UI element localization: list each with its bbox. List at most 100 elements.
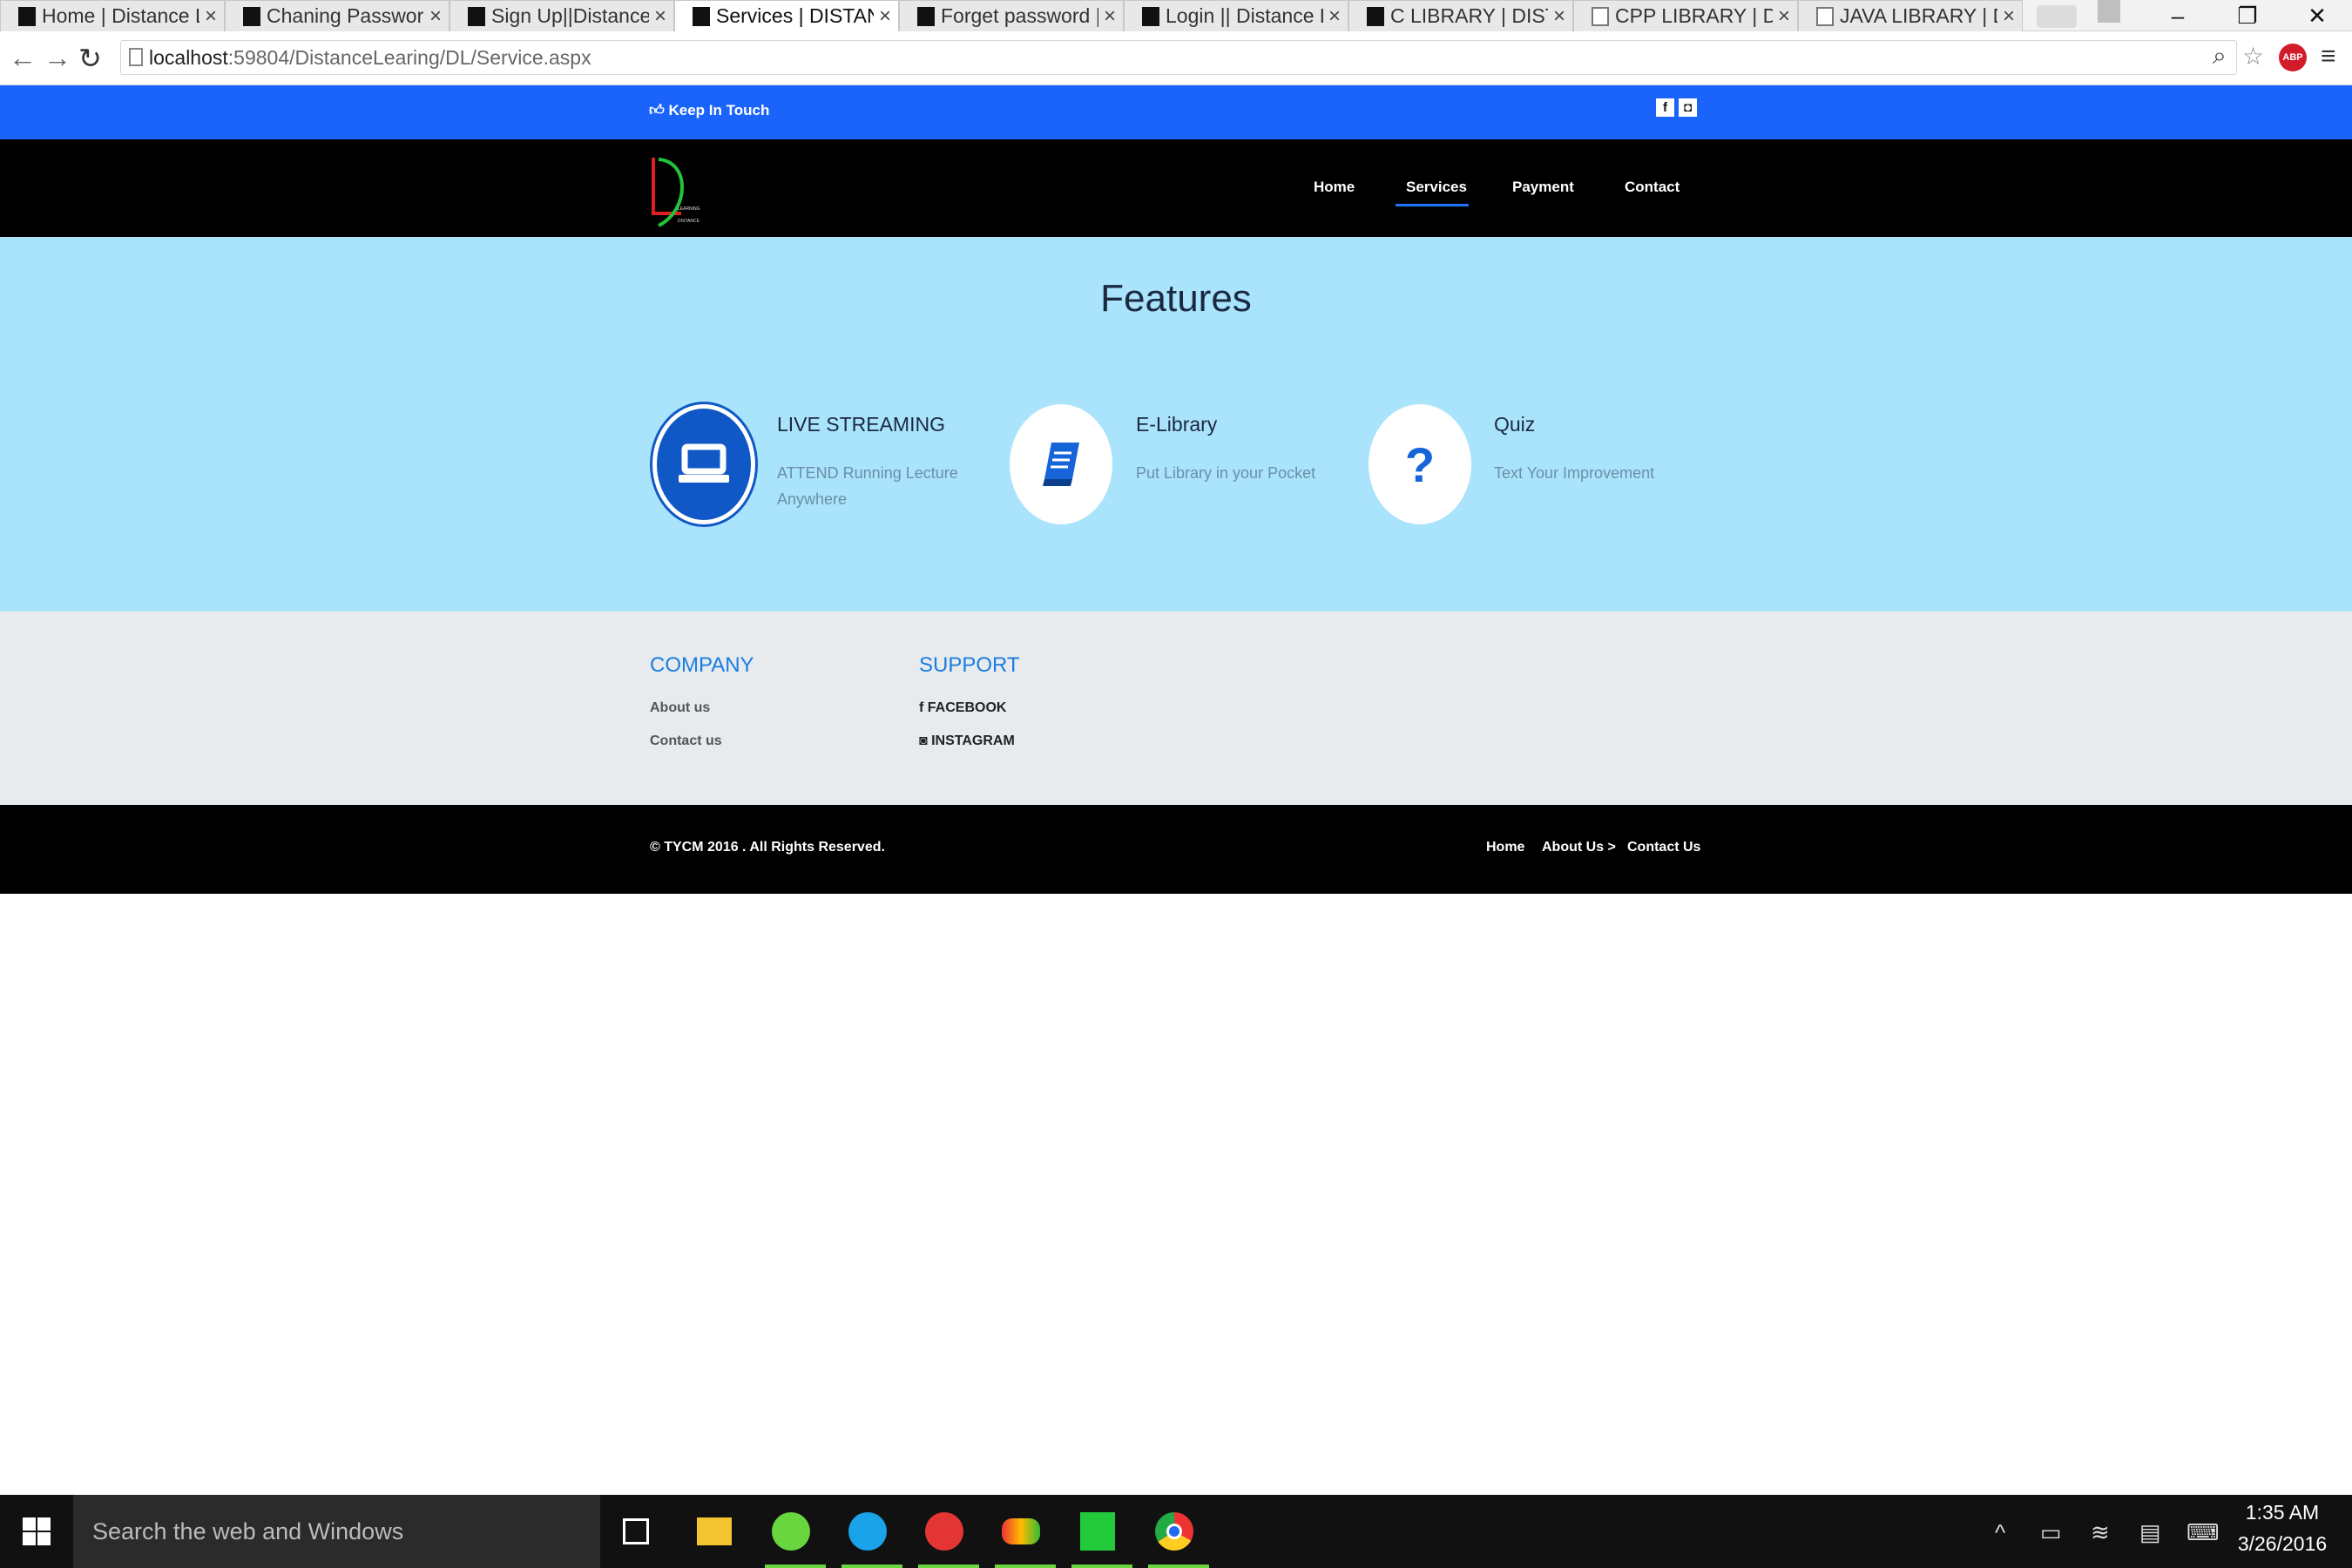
- close-tab-icon[interactable]: ×: [205, 4, 217, 29]
- page-icon: [129, 48, 143, 66]
- dl-logo-icon: [693, 6, 710, 26]
- footer-link-about[interactable]: About us: [650, 700, 710, 716]
- wifi-icon[interactable]: ≋: [2091, 1519, 2110, 1546]
- instagram-icon[interactable]: ◘: [1679, 98, 1697, 117]
- copyright-text: © TYCM 2016 . All Rights Reserved.: [650, 840, 885, 855]
- question-icon: ?: [1404, 436, 1436, 492]
- dl-logo-icon: [243, 6, 260, 26]
- taskbar-clock[interactable]: 1:35 AM 3/26/2016: [2230, 1497, 2335, 1559]
- browser-tab[interactable]: C LIBRARY | DISTA×: [1348, 0, 1573, 31]
- features-title: Features: [1100, 277, 1252, 320]
- battery-icon[interactable]: ▭: [2040, 1519, 2062, 1546]
- bottom-link-home[interactable]: Home: [1486, 840, 1524, 855]
- dl-logo-icon: [917, 6, 935, 26]
- close-tab-icon[interactable]: ×: [879, 4, 891, 29]
- file-explorer-icon[interactable]: [688, 1504, 740, 1559]
- clock-time: 1:35 AM: [2245, 1501, 2320, 1524]
- browser-tab[interactable]: JAVA LIBRARY | DIS×: [1798, 0, 2023, 31]
- close-tab-icon[interactable]: ×: [2003, 4, 2015, 29]
- site-footer: [0, 612, 2352, 805]
- app-icon[interactable]: [995, 1504, 1056, 1568]
- windows-logo-icon: [23, 1517, 51, 1545]
- feature-title: E-Library: [1136, 413, 1218, 436]
- dl-logo-icon: [1367, 6, 1384, 26]
- footer-link-instagram[interactable]: ◙ INSTAGRAM: [919, 733, 1015, 749]
- footer-link-contact[interactable]: Contact us: [650, 733, 722, 749]
- mail-icon[interactable]: [918, 1504, 979, 1568]
- address-bar[interactable]: localhost:59804/DistanceLearing/DL/Servi…: [120, 40, 2237, 75]
- reload-icon[interactable]: ↻: [78, 42, 102, 75]
- dl-logo-icon: [468, 6, 485, 26]
- svg-text:DISTANCE: DISTANCE: [678, 219, 700, 224]
- nav-services[interactable]: Services: [1406, 179, 1467, 196]
- adblock-icon[interactable]: ABP: [2279, 44, 2307, 71]
- dl-logo-icon: [1142, 6, 1159, 26]
- browser-tab[interactable]: Chaning Password |×: [225, 0, 449, 31]
- skype-icon[interactable]: [841, 1504, 902, 1568]
- keyboard-icon[interactable]: ⌨: [2186, 1519, 2220, 1546]
- browser-tab[interactable]: Home | Distance Le×: [0, 0, 225, 31]
- bottom-bar: [0, 805, 2352, 894]
- browser-tab-bar: Home | Distance Le× Chaning Password |× …: [0, 0, 2352, 31]
- close-tab-icon[interactable]: ×: [1104, 4, 1116, 29]
- laptop-icon: [679, 443, 729, 483]
- feature-title: Quiz: [1494, 413, 1536, 436]
- restore-icon[interactable]: ❐: [2213, 0, 2282, 31]
- bottom-link-contact[interactable]: Contact Us: [1627, 840, 1700, 855]
- browser-tab[interactable]: Sign Up||Distance L×: [449, 0, 674, 31]
- footer-link-facebook[interactable]: f FACEBOOK: [919, 700, 1006, 716]
- minimize-icon[interactable]: –: [2143, 0, 2213, 31]
- forward-icon[interactable]: →: [44, 42, 71, 74]
- page-icon: [1592, 6, 1609, 26]
- menu-icon[interactable]: ≡: [2321, 42, 2336, 71]
- sublime-icon[interactable]: [1071, 1504, 1132, 1568]
- bottom-link-about[interactable]: About Us >: [1542, 840, 1616, 855]
- back-icon[interactable]: ←: [9, 42, 37, 74]
- new-tab-button[interactable]: [2037, 5, 2077, 28]
- close-tab-icon[interactable]: ×: [1553, 4, 1565, 29]
- utorrent-icon[interactable]: [765, 1504, 826, 1568]
- start-button[interactable]: [0, 1495, 73, 1568]
- window-controls: – ❐ ✕: [2143, 0, 2352, 31]
- task-view-icon[interactable]: [610, 1504, 662, 1559]
- facebook-icon: f: [919, 700, 928, 715]
- close-tab-icon[interactable]: ×: [1328, 4, 1341, 29]
- instagram-icon: ◙: [919, 733, 932, 748]
- feature-desc: Text Your Improvement: [1494, 464, 1655, 482]
- site-logo[interactable]: LEARNING DISTANCE: [646, 152, 716, 231]
- browser-tab-active[interactable]: Services | DISTANC×: [674, 0, 899, 31]
- thumbs-up-icon: 👍︎: [649, 102, 665, 118]
- close-tab-icon[interactable]: ×: [1778, 4, 1790, 29]
- feature-desc: ATTEND Running Lecture Anywhere: [777, 464, 958, 508]
- taskbar-search-box[interactable]: Search the web and Windows: [73, 1495, 600, 1568]
- nav-home[interactable]: Home: [1314, 179, 1355, 196]
- zoom-icon[interactable]: ⌕: [2213, 42, 2227, 71]
- notifications-icon[interactable]: ▤: [2139, 1519, 2161, 1546]
- feature-desc: Put Library in your Pocket: [1136, 464, 1316, 482]
- footer-support-title: SUPPORT: [919, 653, 1020, 677]
- close-window-icon[interactable]: ✕: [2282, 0, 2352, 31]
- chrome-icon[interactable]: [1148, 1504, 1209, 1568]
- browser-tab[interactable]: Login || Distance Le×: [1124, 0, 1348, 31]
- dl-logo-icon: [18, 6, 36, 26]
- browser-tab[interactable]: Forget password | D×: [899, 0, 1124, 31]
- facebook-icon[interactable]: f: [1656, 98, 1674, 117]
- user-profile-icon[interactable]: [2098, 0, 2120, 23]
- e-library-badge: [1010, 404, 1112, 524]
- book-icon: [1043, 443, 1079, 486]
- close-tab-icon[interactable]: ×: [429, 4, 442, 29]
- clock-date: 3/26/2016: [2237, 1532, 2328, 1555]
- close-tab-icon[interactable]: ×: [654, 4, 666, 29]
- tray-up-arrow-icon[interactable]: ^: [1995, 1519, 2005, 1546]
- nav-contact[interactable]: Contact: [1625, 179, 1680, 196]
- svg-text:LEARNING: LEARNING: [678, 206, 700, 212]
- browser-tab[interactable]: CPP LIBRARY | DIST×: [1573, 0, 1798, 31]
- footer-company-title: COMPANY: [650, 653, 754, 677]
- bookmark-star-icon[interactable]: ☆: [2242, 42, 2264, 71]
- site-header: [0, 139, 2352, 237]
- live-streaming-badge: [652, 404, 755, 524]
- quiz-badge: ?: [1369, 404, 1471, 524]
- top-strip: [0, 85, 2352, 139]
- nav-payment[interactable]: Payment: [1512, 179, 1574, 196]
- nav-active-underline: [1396, 204, 1469, 206]
